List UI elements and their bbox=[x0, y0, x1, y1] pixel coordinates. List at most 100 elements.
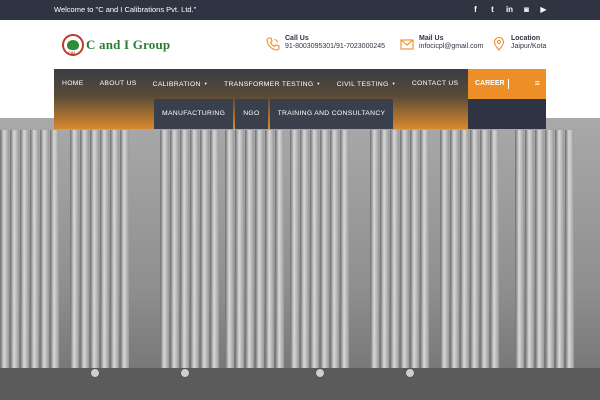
radiator-fin bbox=[290, 130, 299, 380]
nav-contact-label: CONTACT US bbox=[411, 80, 459, 87]
radiator-fin bbox=[420, 130, 429, 380]
mail-value[interactable]: infocicpl@gmail.com bbox=[419, 43, 483, 50]
nav-transformer-label: TRANSFORMER TESTING bbox=[224, 80, 314, 88]
radiator-fin bbox=[555, 130, 564, 380]
nav-manufacturing-label: MANUFACTURING bbox=[162, 110, 226, 117]
top-bar: Welcome to "C and I Calibrations Pvt. Lt… bbox=[0, 0, 600, 20]
radiator-fin bbox=[380, 130, 389, 380]
radiator-fin bbox=[120, 130, 129, 380]
call-value[interactable]: 91-8003095301/91-7023000245 bbox=[285, 43, 385, 50]
nav-home-label: HOME bbox=[62, 80, 84, 87]
nav-about-label: ABOUT US bbox=[99, 80, 137, 87]
radiator-fin bbox=[245, 130, 254, 380]
radiator-fin bbox=[470, 130, 479, 380]
chevron-down-icon: ▼ bbox=[316, 81, 321, 86]
nav-civil-testing[interactable]: CIVIL TESTING ▼ bbox=[329, 69, 404, 99]
main-nav: HOME ABOUT US CALIBRATION ▼ TRANSFORMER T… bbox=[54, 69, 546, 129]
location-value: Jaipur/Kota bbox=[511, 43, 547, 50]
radiator-fin bbox=[20, 130, 29, 380]
radiator-fin bbox=[190, 130, 199, 380]
nav-calibration-label: CALIBRATION bbox=[152, 80, 201, 88]
radiator-fin bbox=[110, 130, 119, 380]
radiator-fin bbox=[210, 130, 219, 380]
radiator-fin bbox=[525, 130, 534, 380]
contact-mail: Mail Us infocicpl@gmail.com bbox=[400, 35, 483, 51]
nav-home[interactable]: HOME bbox=[54, 69, 92, 99]
hero-image bbox=[0, 118, 600, 400]
radiator-fin bbox=[235, 130, 244, 380]
welcome-text: Welcome to "C and I Calibrations Pvt. Lt… bbox=[54, 5, 197, 14]
radiator-fin bbox=[490, 130, 499, 380]
contact-location: Location Jaipur/Kota bbox=[492, 35, 546, 51]
radiator-fin bbox=[275, 130, 284, 380]
logo[interactable]: C&I C and I Group bbox=[62, 34, 170, 56]
radiator-fin bbox=[460, 130, 469, 380]
radiator-fin bbox=[535, 130, 544, 380]
radiator-fin bbox=[410, 130, 419, 380]
nav-contact[interactable]: CONTACT US bbox=[404, 69, 467, 99]
radiator-fin bbox=[440, 130, 449, 380]
phone-icon bbox=[266, 37, 280, 51]
wheel bbox=[315, 368, 325, 378]
chevron-down-icon: ▼ bbox=[391, 81, 396, 86]
nav-manufacturing[interactable]: MANUFACTURING bbox=[154, 99, 234, 129]
radiator-fin bbox=[255, 130, 264, 380]
nav-ngo[interactable]: NGO bbox=[235, 99, 268, 129]
nav-civil-label: CIVIL TESTING bbox=[336, 80, 389, 88]
career-button[interactable]: CAREER ≡ bbox=[468, 69, 546, 99]
radiator-fin bbox=[545, 130, 554, 380]
logo-text: C and I Group bbox=[86, 37, 171, 52]
nav-training-label: TRAINING AND CONSULTANCY bbox=[277, 110, 386, 117]
twitter-icon[interactable]: t bbox=[488, 4, 497, 15]
radiator-fin bbox=[10, 130, 19, 380]
radiator-fin bbox=[70, 130, 79, 380]
location-title: Location bbox=[511, 35, 541, 42]
flickr-icon[interactable]: ◙ bbox=[522, 4, 531, 15]
radiator-fin bbox=[330, 130, 339, 380]
radiator-fin bbox=[80, 130, 89, 380]
map-pin-icon bbox=[493, 37, 505, 51]
nav-row-primary: HOME ABOUT US CALIBRATION ▼ TRANSFORMER T… bbox=[54, 69, 466, 99]
radiator-fin bbox=[0, 130, 9, 380]
radiator-fin bbox=[400, 130, 409, 380]
call-title: Call Us bbox=[285, 35, 309, 42]
wheel bbox=[90, 368, 100, 378]
radiator-fin bbox=[30, 130, 39, 380]
nav-dark-block bbox=[468, 99, 546, 129]
nav-transformer-testing[interactable]: TRANSFORMER TESTING ▼ bbox=[216, 69, 329, 99]
radiator-fin bbox=[265, 130, 274, 380]
radiator-fin bbox=[310, 130, 319, 380]
hamburger-menu-icon[interactable]: ≡ bbox=[535, 78, 540, 88]
logo-badge-text: C&I bbox=[68, 50, 75, 55]
facebook-icon[interactable]: f bbox=[471, 4, 480, 15]
radiator-fin bbox=[515, 130, 524, 380]
linkedin-icon[interactable]: in bbox=[505, 4, 514, 15]
wheel bbox=[405, 368, 415, 378]
radiator-fin bbox=[40, 130, 49, 380]
radiator-fin bbox=[170, 130, 179, 380]
radiator-fin bbox=[225, 130, 234, 380]
radiator-fin bbox=[390, 130, 399, 380]
radiator-fin bbox=[90, 130, 99, 380]
youtube-icon[interactable]: ▶ bbox=[539, 4, 548, 15]
radiator-fin bbox=[160, 130, 169, 380]
radiator-fin bbox=[370, 130, 379, 380]
mail-title: Mail Us bbox=[419, 35, 444, 42]
radiator-fin bbox=[100, 130, 109, 380]
radiator-fin bbox=[480, 130, 489, 380]
radiator-fin bbox=[300, 130, 309, 380]
nav-about[interactable]: ABOUT US bbox=[92, 69, 145, 99]
radiator-fin bbox=[200, 130, 209, 380]
radiator-fin bbox=[340, 130, 349, 380]
social-links: f t in ◙ ▶ bbox=[471, 4, 548, 15]
radiator-fin bbox=[320, 130, 329, 380]
envelope-icon bbox=[400, 39, 414, 50]
nav-calibration[interactable]: CALIBRATION ▼ bbox=[145, 69, 216, 99]
radiator-fin bbox=[450, 130, 459, 380]
radiator-fin bbox=[50, 130, 59, 380]
radiator-fin bbox=[565, 130, 574, 380]
logo-badge-icon: C&I bbox=[62, 34, 84, 56]
radiator-fin bbox=[180, 130, 189, 380]
career-divider bbox=[508, 79, 509, 89]
nav-training[interactable]: TRAINING AND CONSULTANCY bbox=[269, 99, 394, 129]
